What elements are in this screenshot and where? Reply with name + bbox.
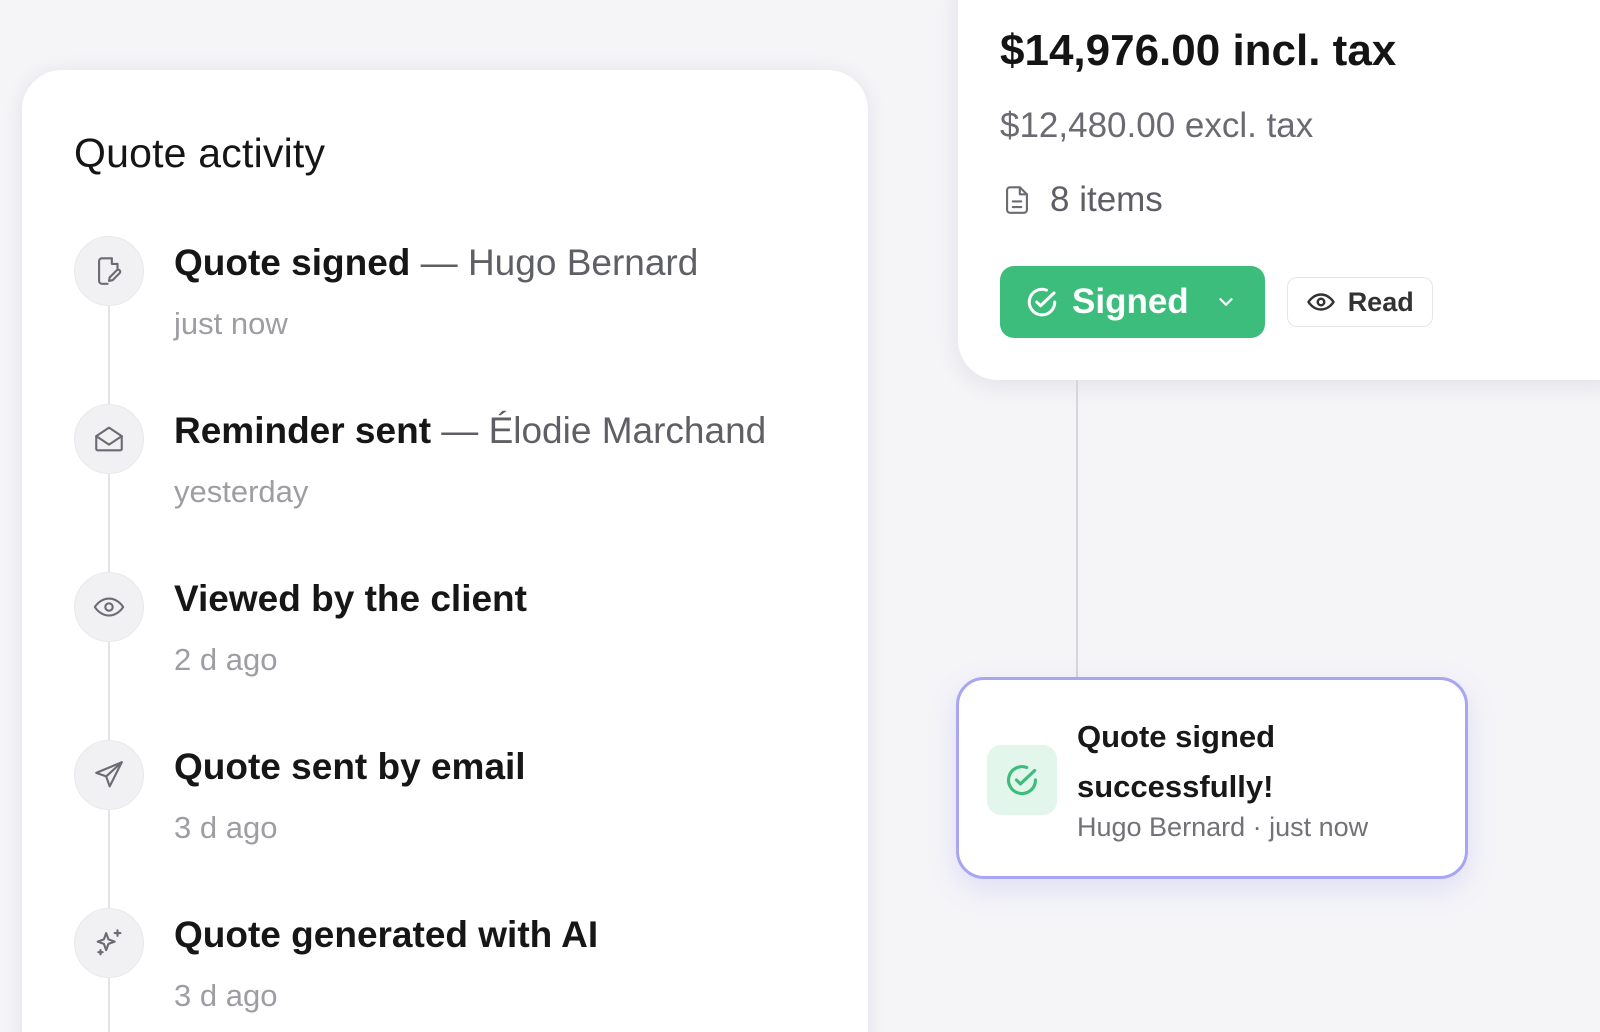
items-count-row: 8 items (1000, 180, 1163, 220)
activity-event: Viewed by the client 2 d ago (74, 572, 854, 692)
status-label: Signed (1072, 282, 1189, 321)
activity-title: Quote activity (74, 130, 326, 176)
event-title: Quote generated with AI (174, 914, 599, 955)
event-actor: — Élodie Marchand (431, 410, 767, 451)
success-toast[interactable]: Quote signed successfully! Hugo Bernard … (956, 677, 1468, 879)
signed-document-icon (74, 236, 144, 306)
check-circle-icon (1027, 287, 1057, 317)
activity-event: Reminder sent — Élodie Marchand yesterda… (74, 404, 854, 524)
activity-event: Quote signed — Hugo Bernard just now (74, 236, 854, 356)
event-time: yesterday (174, 474, 309, 509)
connector-line (1076, 380, 1078, 678)
toast-meta: Hugo Bernard · just now (1077, 812, 1369, 842)
event-title: Viewed by the client (174, 578, 527, 619)
quote-activity-card: Quote activity Quote signed — Hugo Berna… (22, 70, 868, 1032)
event-time: 2 d ago (174, 642, 278, 677)
toast-title: Quote signed successfully! (1077, 719, 1276, 804)
activity-event: Quote generated with AI 3 d ago (74, 908, 854, 1028)
eye-icon (1306, 293, 1335, 311)
check-circle-icon (987, 745, 1057, 815)
quote-summary-card: $14,976.00 incl. tax $12,480.00 excl. ta… (958, 0, 1600, 380)
read-badge: Read (1286, 277, 1433, 327)
items-count: 8 items (1050, 180, 1163, 219)
status-row: Signed Read (1000, 266, 1433, 338)
event-actor: — Hugo Bernard (410, 242, 699, 283)
read-label: Read (1347, 286, 1414, 317)
event-time: 3 d ago (174, 810, 278, 845)
activity-event: Quote sent by email 3 d ago (74, 740, 854, 860)
event-title: Quote signed (174, 242, 411, 283)
eye-icon (74, 572, 144, 642)
event-time: just now (174, 306, 288, 341)
event-title: Reminder sent (174, 410, 432, 451)
event-title: Quote sent by email (174, 746, 526, 787)
status-dropdown-button[interactable]: Signed (1000, 266, 1265, 338)
document-icon (1006, 186, 1028, 214)
paper-plane-icon (74, 740, 144, 810)
open-envelope-icon (74, 404, 144, 474)
chevron-down-icon (1219, 298, 1233, 306)
total-excl-tax: $12,480.00 excl. tax (1000, 106, 1314, 145)
event-time: 3 d ago (174, 978, 278, 1013)
sparkles-icon (74, 908, 144, 978)
total-incl-tax: $14,976.00 incl. tax (1000, 26, 1397, 75)
